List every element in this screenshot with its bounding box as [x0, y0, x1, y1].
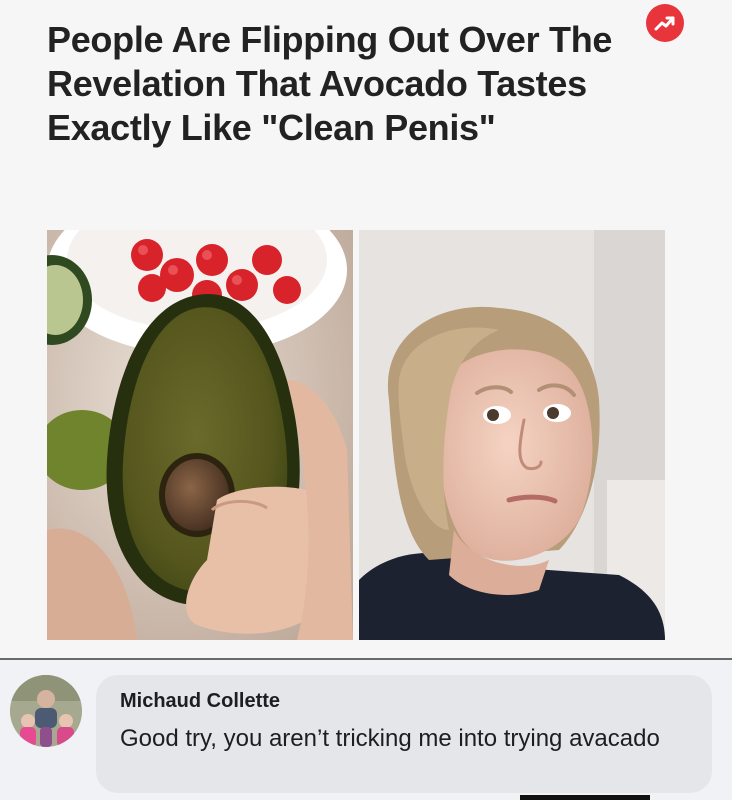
profile-avatar[interactable]: [10, 675, 82, 747]
comment-text: Good try, you aren’t tricking me into tr…: [120, 725, 660, 752]
trending-arrow-icon: [646, 4, 684, 42]
reaction-photo[interactable]: [359, 230, 665, 640]
avocado-photo[interactable]: [47, 230, 353, 640]
article-headline[interactable]: People Are Flipping Out Over The Revelat…: [47, 18, 647, 150]
article-card[interactable]: People Are Flipping Out Over The Revelat…: [0, 0, 732, 660]
meme-post: People Are Flipping Out Over The Revelat…: [0, 0, 732, 800]
comment-author[interactable]: Michaud Collette: [120, 690, 280, 713]
redaction-bar: [520, 795, 650, 800]
